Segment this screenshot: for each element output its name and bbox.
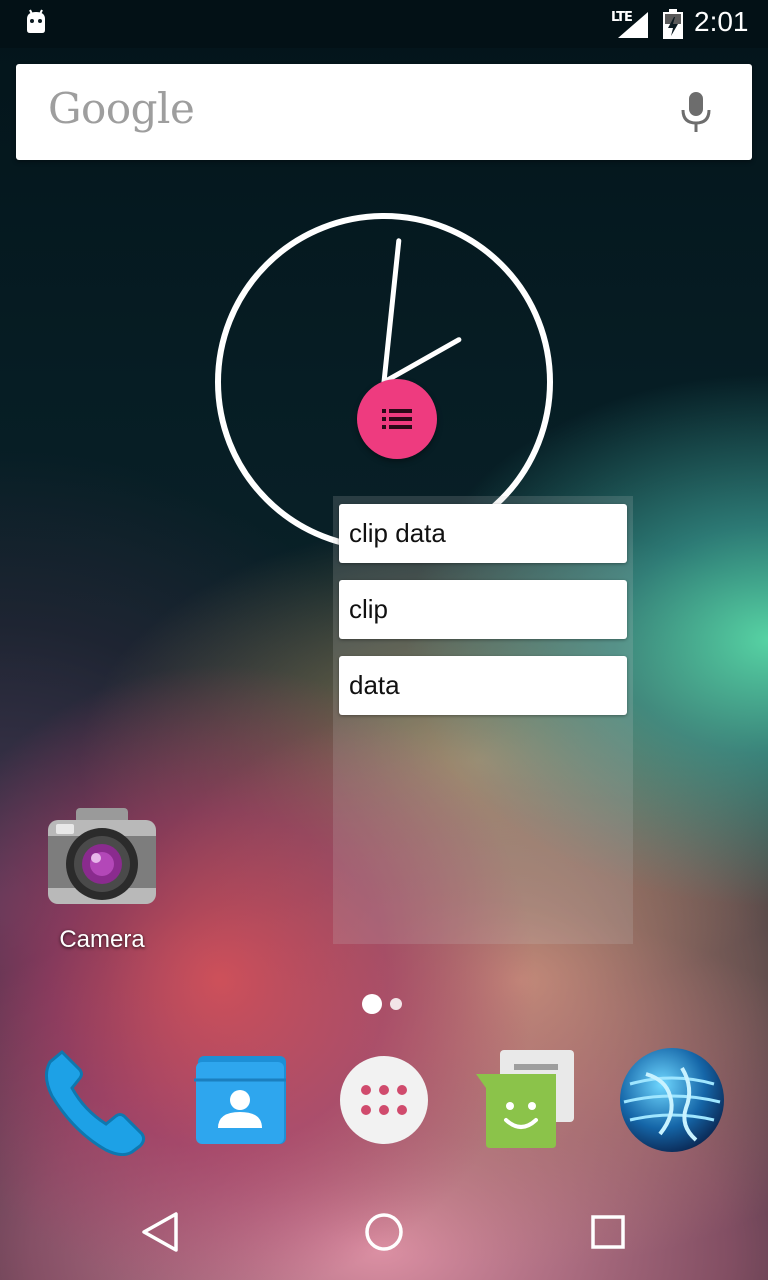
page-indicator [360, 993, 410, 1015]
dock-contacts-app[interactable] [184, 1044, 296, 1156]
app-drawer-icon [340, 1056, 428, 1144]
dock-browser-app[interactable] [616, 1044, 728, 1156]
clip-item-clip-data[interactable]: clip data [339, 504, 627, 563]
home-button[interactable] [356, 1204, 412, 1260]
page-dot [390, 998, 402, 1010]
clock-minute-hand [381, 238, 402, 385]
contacts-icon [194, 1056, 286, 1144]
google-logo: Google [48, 84, 195, 133]
google-search-bar[interactable]: Google [16, 64, 752, 160]
camera-app-shortcut[interactable]: Camera [34, 798, 170, 964]
back-icon [142, 1212, 178, 1252]
recents-button[interactable] [580, 1204, 636, 1260]
clip-list-panel: clip data clip data [333, 496, 633, 944]
recents-icon [591, 1215, 625, 1249]
camera-icon [48, 808, 156, 904]
dock-phone-app[interactable] [40, 1044, 152, 1157]
navigation-bar [0, 1184, 768, 1280]
home-screen: LTE 2:01 Google clip data clip data Came… [0, 0, 768, 1280]
mic-icon[interactable] [678, 88, 714, 136]
status-time: 2:01 [694, 6, 749, 37]
app-label: Camera [59, 926, 145, 953]
phone-icon [45, 1049, 146, 1157]
clock-hour-hand [381, 337, 462, 385]
home-icon [365, 1213, 403, 1251]
dock-app-drawer[interactable] [328, 1044, 440, 1156]
back-button[interactable] [132, 1204, 188, 1260]
clip-item-clip[interactable]: clip [339, 580, 627, 639]
messenger-icon [476, 1050, 574, 1148]
globe-icon [620, 1048, 724, 1152]
clip-list-fab-button[interactable] [357, 379, 437, 459]
page-dot-current [362, 994, 382, 1014]
clip-item-label: data [349, 670, 400, 700]
signal-icon [618, 12, 648, 38]
clip-item-data[interactable]: data [339, 656, 627, 715]
status-bar: LTE 2:01 [0, 0, 768, 48]
android-icon [27, 9, 45, 33]
list-icon [382, 409, 412, 429]
dock-messenger-app[interactable] [472, 1044, 584, 1156]
clip-item-label: clip data [349, 518, 446, 548]
battery-icon [663, 9, 683, 39]
clip-item-label: clip [349, 594, 389, 624]
